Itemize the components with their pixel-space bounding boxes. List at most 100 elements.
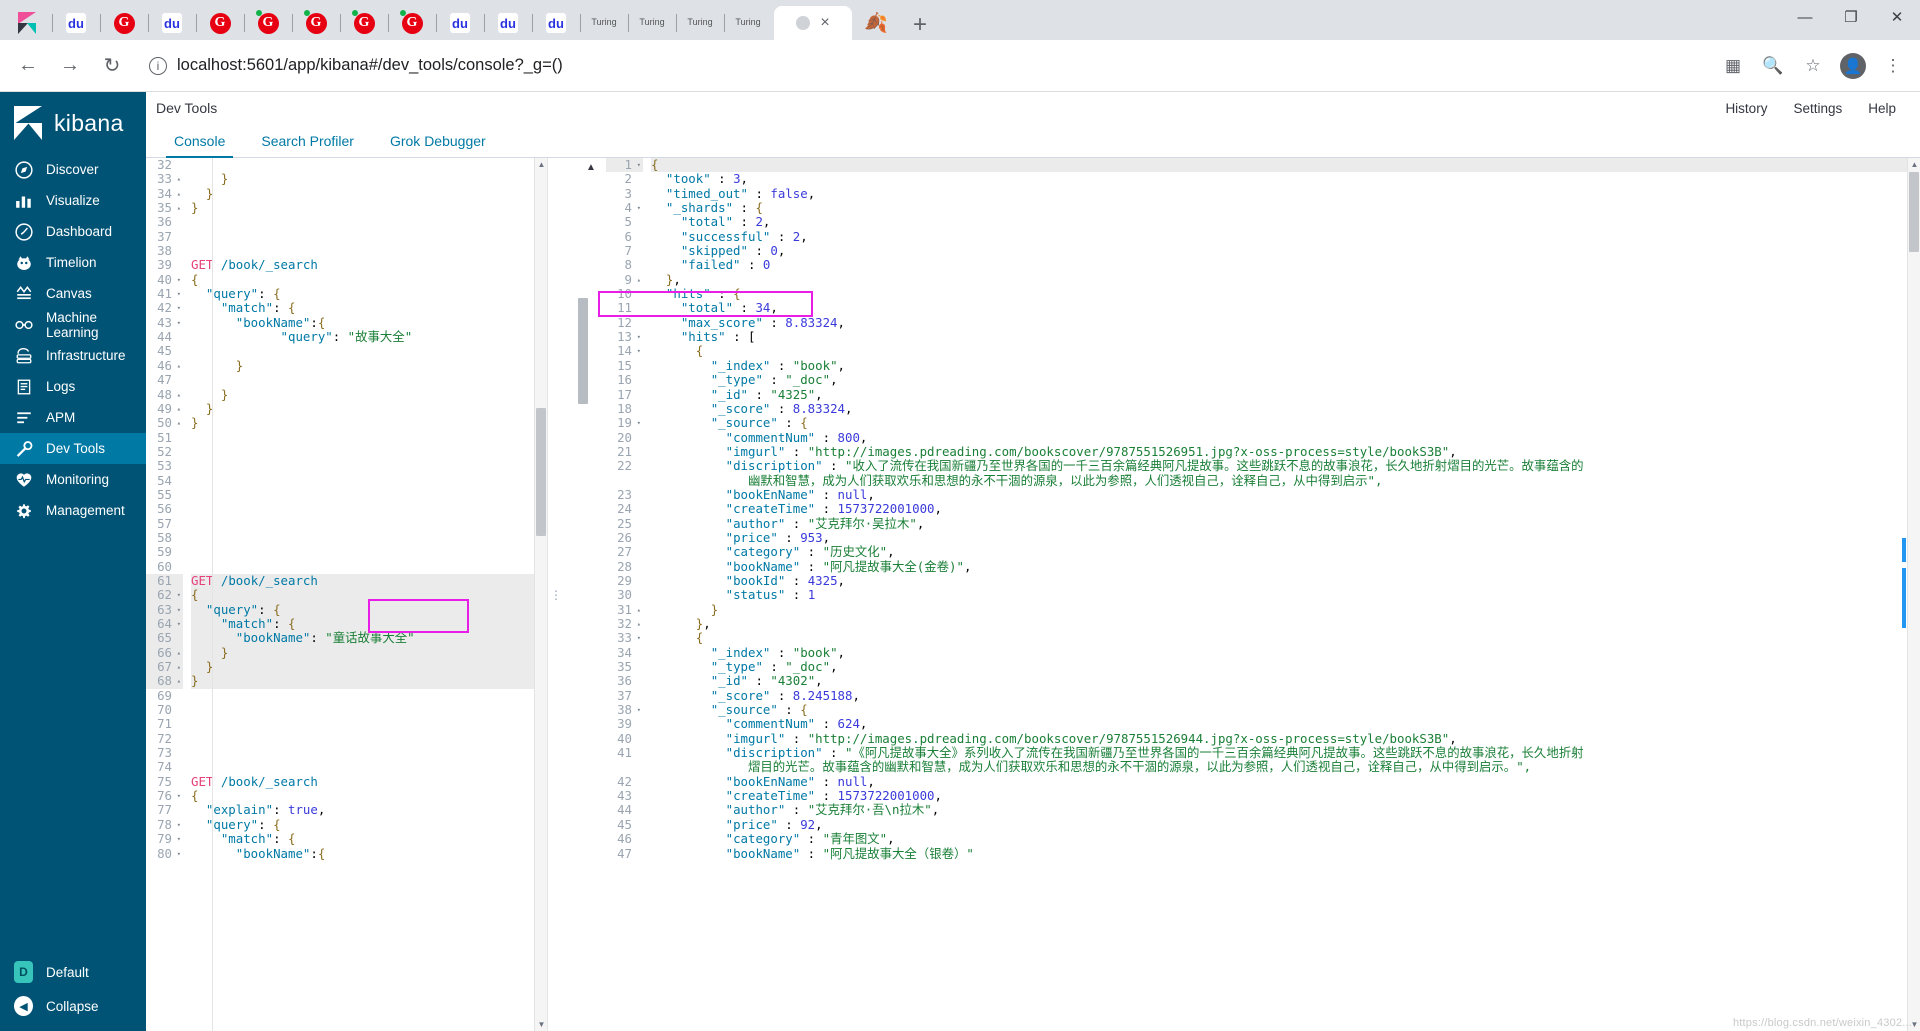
fold-toggle-icon[interactable]: ▴ [174, 388, 181, 402]
code-line[interactable]: "price" : 92, [651, 817, 1920, 832]
code-line[interactable]: "timed_out" : false, [651, 186, 1920, 201]
code-line[interactable]: "imgurl" : "http://images.pdreading.com/… [651, 444, 1920, 459]
fold-toggle-icon[interactable]: ▴ [174, 187, 181, 201]
code-line[interactable] [191, 689, 547, 703]
code-line[interactable]: } [191, 358, 547, 373]
code-line[interactable] [191, 746, 547, 760]
code-line[interactable] [191, 545, 547, 559]
code-line[interactable]: "max_score" : 8.83324, [651, 315, 1920, 330]
translate-icon[interactable]: ▦ [1716, 49, 1750, 83]
sidebar-item-space[interactable]: D Default [0, 955, 146, 989]
request-code[interactable]: } }} GET /book/_search{ "query": { "match… [186, 158, 547, 1031]
code-line[interactable]: "_index" : "book", [651, 645, 1920, 660]
fold-toggle-icon[interactable]: ▾ [634, 158, 641, 172]
fold-toggle-icon[interactable]: ▴ [634, 617, 641, 631]
request-editor[interactable]: 32 33 ▴ 34 ▴ 35 ▴ 36 37 38 39 40 ▾ 41 ▾ 42 ▾ 43 ▾ 44 45 46 ▴ 47… [146, 158, 548, 1031]
code-line[interactable] [191, 373, 547, 387]
code-line[interactable]: "hits" : { [651, 286, 1920, 301]
sidebar-item-visualize[interactable]: Visualize [0, 185, 146, 216]
code-line[interactable]: } [191, 401, 547, 416]
sidebar-item-dashboard[interactable]: Dashboard [0, 216, 146, 247]
code-line[interactable]: GET /book/_search [191, 774, 547, 789]
code-line[interactable]: "hits" : [ [651, 329, 1920, 344]
fold-toggle-icon[interactable]: ▾ [634, 330, 641, 344]
code-line[interactable] [191, 517, 547, 531]
response-collapse-arrow-icon[interactable]: ▲ [586, 162, 596, 173]
fold-toggle-icon[interactable]: ▴ [174, 359, 181, 373]
code-line[interactable]: "_score" : 8.245188, [651, 688, 1920, 703]
code-line[interactable] [191, 459, 547, 473]
header-link-settings[interactable]: Settings [1793, 101, 1842, 116]
header-link-history[interactable]: History [1725, 101, 1767, 116]
code-line[interactable]: } [191, 200, 547, 215]
code-line[interactable]: "discription" : "收入了流传在我国新疆乃至世界各国的一千三百余篇… [651, 458, 1920, 473]
code-line[interactable]: "createTime" : 1573722001000, [651, 788, 1920, 803]
request-scroll-thumb[interactable] [536, 408, 546, 536]
code-line[interactable] [191, 717, 547, 731]
bookmark-star-icon[interactable]: ☆ [1796, 49, 1830, 83]
sidebar-item-dev-tools[interactable]: Dev Tools [0, 433, 146, 464]
browser-tab[interactable]: du [484, 6, 532, 40]
fold-toggle-icon[interactable]: ▾ [174, 818, 181, 832]
code-line[interactable] [191, 488, 547, 502]
browser-tab[interactable]: G [340, 6, 388, 40]
code-line[interactable]: "query": "故事大全" [191, 329, 547, 344]
code-line[interactable]: "discription" : "《阿凡提故事大全》系列收入了流传在我国新疆乃至… [651, 745, 1920, 760]
fold-toggle-icon[interactable]: ▴ [174, 660, 181, 674]
tab-console[interactable]: Console [156, 124, 243, 158]
fold-toggle-icon[interactable]: ▾ [174, 301, 181, 315]
sidebar-item-canvas[interactable]: Canvas [0, 278, 146, 309]
url-bar[interactable]: i localhost:5601/app/kibana#/dev_tools/c… [136, 48, 1710, 83]
code-line[interactable]: { [651, 631, 1920, 645]
browser-tab[interactable]: G [100, 6, 148, 40]
profile-avatar-icon[interactable]: 👤 [1836, 49, 1870, 83]
browser-tab[interactable]: du [52, 6, 100, 40]
sidebar-item-management[interactable]: Management [0, 495, 146, 526]
code-line[interactable]: "bookEnName" : null, [651, 774, 1920, 789]
window-close-button[interactable]: ✕ [1874, 0, 1920, 34]
response-inner-scroll-thumb[interactable] [578, 298, 588, 404]
fold-toggle-icon[interactable]: ▾ [174, 316, 181, 330]
browser-tab[interactable]: Turing [628, 6, 676, 40]
code-line[interactable]: } [651, 602, 1920, 617]
code-line[interactable]: "query": { [191, 286, 547, 301]
response-scroll-thumb[interactable] [1909, 172, 1919, 252]
response-gutter[interactable]: 1 ▾ 2 3 4 ▾ 5 6 7 8 9 ▴ 10 11 12 13 ▾ 14 ▾ 15 16 17 18 19 ▾ 20 21 2… [606, 158, 646, 1031]
code-line[interactable] [191, 344, 547, 358]
code-line[interactable]: "match": { [191, 831, 547, 846]
browser-tab[interactable] [4, 6, 52, 40]
code-line[interactable] [191, 474, 547, 488]
response-code-area[interactable]: 1 ▾ 2 3 4 ▾ 5 6 7 8 9 ▴ 10 11 12 13 ▾ 14 ▾ 15 16 17 18 19 ▾ 20 21 2… [606, 158, 1920, 1031]
browser-tab[interactable]: Turing [724, 6, 772, 40]
response-scrollbar[interactable]: ▲ ▼ [1907, 158, 1920, 1031]
browser-tab[interactable]: G [388, 6, 436, 40]
pane-divider[interactable]: ⋮ [548, 158, 564, 1031]
close-icon[interactable]: × [820, 14, 829, 32]
kibana-brand[interactable]: kibana [0, 92, 146, 154]
fold-toggle-icon[interactable]: ▴ [174, 402, 181, 416]
code-line[interactable]: "category" : "青年图文", [651, 831, 1920, 846]
scroll-down-arrow[interactable]: ▼ [536, 1018, 547, 1031]
fold-toggle-icon[interactable]: ▴ [634, 603, 641, 617]
code-line[interactable] [191, 732, 547, 746]
code-line[interactable]: "took" : 3, [651, 171, 1920, 186]
browser-tab[interactable]: G [196, 6, 244, 40]
code-line[interactable]: "imgurl" : "http://images.pdreading.com/… [651, 731, 1920, 746]
code-line-wrap[interactable]: 熠目的光芒。故事蕴含的幽默和智慧，成为人们获取欢乐和思想的永不干涸的源泉，以此为… [651, 760, 1920, 774]
fold-toggle-icon[interactable]: ▴ [174, 646, 181, 660]
response-code[interactable]: { "took" : 3, "timed_out" : false, "_sha… [646, 158, 1920, 1031]
scroll-up-arrow[interactable]: ▲ [536, 158, 547, 171]
page-info-icon[interactable]: i [149, 56, 167, 75]
fold-toggle-icon[interactable]: ▾ [174, 273, 181, 287]
code-line[interactable]: }, [651, 616, 1920, 631]
code-line[interactable]: } [191, 416, 547, 430]
code-line[interactable]: "bookName" : "阿凡提故事大全（银卷）" [651, 846, 1920, 861]
code-line[interactable] [191, 560, 547, 574]
code-line[interactable]: { [651, 344, 1920, 358]
code-line[interactable]: "bookName": "童话故事大全" [191, 630, 547, 646]
browser-tab[interactable]: Turing [580, 6, 628, 40]
request-gutter[interactable]: 32 33 ▴ 34 ▴ 35 ▴ 36 37 38 39 40 ▾ 41 ▾ 42 ▾ 43 ▾ 44 45 46 ▴ 47… [146, 158, 186, 1031]
code-line[interactable]: "total" : 34, [651, 301, 1920, 316]
code-line[interactable]: } [191, 645, 547, 661]
code-line[interactable]: "bookEnName" : null, [651, 487, 1920, 502]
